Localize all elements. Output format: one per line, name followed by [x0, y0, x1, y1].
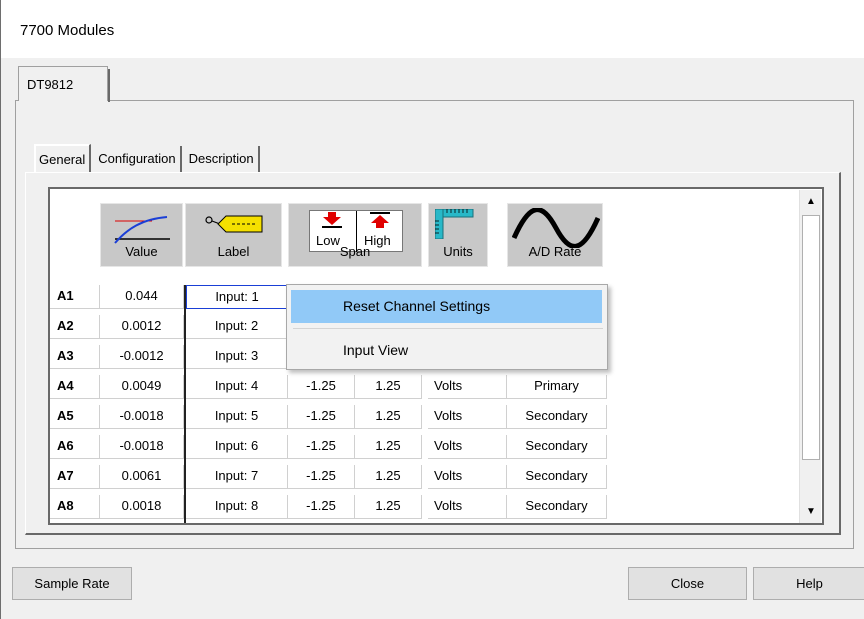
label-cell[interactable]: Input: 6	[186, 435, 288, 459]
units-header-label: Units	[443, 244, 473, 259]
sine-wave-icon	[512, 208, 600, 248]
label-cell[interactable]: Input: 7	[186, 465, 288, 489]
value-cell[interactable]: 0.0049	[100, 375, 184, 399]
menu-separator	[293, 328, 603, 329]
vertical-scrollbar[interactable]: ▲ ▼	[799, 190, 821, 523]
tab-dt9812[interactable]: DT9812	[18, 66, 110, 102]
value-cell[interactable]: 0.0018	[100, 495, 184, 519]
value-cell[interactable]: 0.044	[100, 285, 184, 309]
value-cell[interactable]: -0.0018	[100, 435, 184, 459]
row-name: A1	[50, 285, 100, 309]
ruler-icon	[435, 209, 474, 239]
ad-rate-cell[interactable]: Secondary	[507, 435, 607, 459]
scroll-thumb[interactable]	[802, 215, 820, 460]
row-name: A6	[50, 435, 100, 459]
span-column-header[interactable]: Low High Span	[288, 203, 422, 267]
label-cell[interactable]: Input: 8	[186, 495, 288, 519]
ad-rate-cell[interactable]: Secondary	[507, 405, 607, 429]
span-low-cell[interactable]: -1.25	[288, 465, 355, 489]
label-cell[interactable]: Input: 2	[186, 315, 288, 339]
context-menu: Reset Channel Settings Input View	[286, 284, 608, 370]
window-title: 7700 Modules	[20, 22, 115, 39]
label-cell[interactable]: Input: 4	[186, 375, 288, 399]
span-low-cell[interactable]: -1.25	[288, 405, 355, 429]
value-cell[interactable]: 0.0012	[100, 315, 184, 339]
span-low-cell[interactable]: -1.25	[288, 495, 355, 519]
menu-item-input-view[interactable]: Input View	[291, 334, 602, 367]
tab-description[interactable]: Description	[184, 146, 260, 172]
tab-general[interactable]: General	[34, 144, 92, 172]
units-cell[interactable]: Volts	[428, 375, 507, 399]
ad-rate-cell[interactable]: Secondary	[507, 495, 607, 519]
label-column-header[interactable]: Label	[185, 203, 282, 267]
high-arrow-icon	[370, 212, 390, 228]
span-high-cell[interactable]: 1.25	[355, 375, 422, 399]
units-cell[interactable]: Volts	[428, 405, 507, 429]
span-high-cell[interactable]: 1.25	[355, 465, 422, 489]
inner-tab-strip: General Configuration Description	[34, 144, 263, 172]
label-header-label: Label	[217, 244, 250, 259]
value-cell[interactable]: -0.0012	[100, 345, 184, 369]
span-high-cell[interactable]: 1.25	[355, 435, 422, 459]
sample-rate-button[interactable]: Sample Rate	[12, 567, 132, 600]
ad-rate-cell[interactable]: Secondary	[507, 465, 607, 489]
span-high-cell[interactable]: 1.25	[355, 405, 422, 429]
tab-configuration[interactable]: Configuration	[94, 146, 182, 172]
ad-rate-header-label: A/D Rate	[528, 244, 582, 259]
row-name: A7	[50, 465, 100, 489]
units-cell[interactable]: Volts	[428, 435, 507, 459]
row-name: A3	[50, 345, 100, 369]
value-curve-icon	[114, 216, 170, 244]
units-cell[interactable]: Volts	[428, 465, 507, 489]
span-high-cell[interactable]: 1.25	[355, 495, 422, 519]
label-cell[interactable]: Input: 5	[186, 405, 288, 429]
value-column-header[interactable]: Value	[100, 203, 183, 267]
value-cell[interactable]: 0.0061	[100, 465, 184, 489]
low-arrow-icon	[322, 212, 342, 228]
ad-rate-cell[interactable]: Primary	[507, 375, 607, 399]
menu-item-reset-channel-settings[interactable]: Reset Channel Settings	[291, 290, 602, 323]
ad-rate-column-header[interactable]: A/D Rate	[507, 203, 603, 267]
title-bar: 7700 Modules	[1, 0, 864, 58]
units-column-header[interactable]: Units	[428, 203, 488, 267]
scroll-down-icon[interactable]: ▼	[801, 501, 821, 521]
tag-icon	[205, 215, 263, 233]
row-name: A4	[50, 375, 100, 399]
scroll-up-icon[interactable]: ▲	[801, 191, 821, 211]
close-button[interactable]: Close	[628, 567, 747, 600]
span-low-cell[interactable]: -1.25	[288, 375, 355, 399]
units-cell[interactable]: Volts	[428, 495, 507, 519]
span-low-cell[interactable]: -1.25	[288, 435, 355, 459]
value-cell[interactable]: -0.0018	[100, 405, 184, 429]
row-name: A8	[50, 495, 100, 519]
row-name: A2	[50, 315, 100, 339]
label-cell[interactable]: Input: 1	[186, 285, 288, 309]
row-name: A5	[50, 405, 100, 429]
help-button[interactable]: Help	[753, 567, 864, 600]
span-header-label: Span	[339, 244, 371, 259]
value-header-label: Value	[125, 244, 158, 259]
label-cell[interactable]: Input: 3	[186, 345, 288, 369]
modules-window: 7700 Modules DT9812 General Configuratio…	[0, 0, 864, 619]
